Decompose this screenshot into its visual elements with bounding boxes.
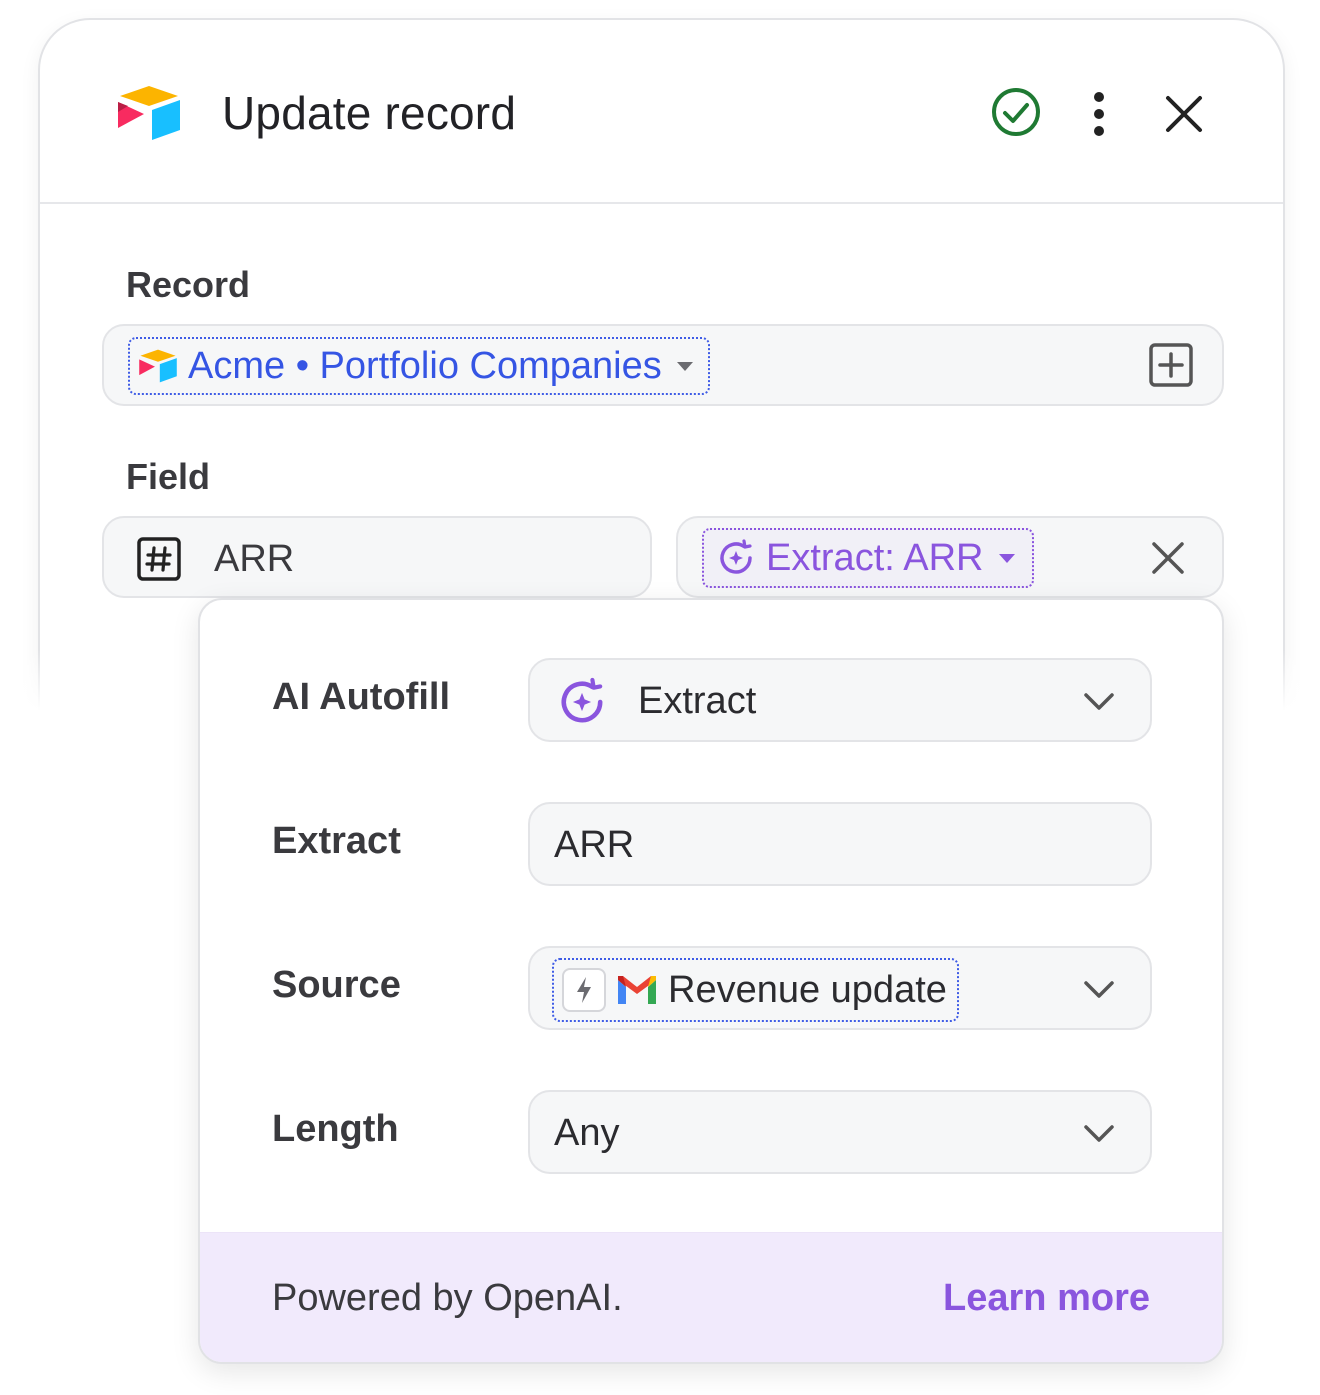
ai-sparkle-icon bbox=[720, 539, 752, 574]
ai-autofill-popover: AI Autofill Extract Extract ARR Source R… bbox=[198, 598, 1224, 1364]
dialog-title: Update record bbox=[222, 87, 517, 139]
more-vertical-icon[interactable] bbox=[1084, 90, 1114, 138]
record-label: Record bbox=[126, 264, 251, 305]
record-chip-label: Acme • Portfolio Companies bbox=[188, 344, 662, 387]
extract-chip-label: Extract: ARR bbox=[766, 536, 984, 579]
check-circle-icon bbox=[992, 88, 1040, 136]
ai-autofill-value: Extract bbox=[638, 680, 757, 722]
source-select[interactable]: Revenue update bbox=[528, 946, 1152, 1030]
extract-chip[interactable]: Extract: ARR bbox=[702, 528, 1034, 588]
record-chip[interactable]: Acme • Portfolio Companies bbox=[128, 337, 710, 395]
chevron-down-icon bbox=[1084, 1125, 1114, 1142]
clear-icon[interactable] bbox=[1148, 538, 1188, 578]
ai-autofill-select[interactable]: Extract bbox=[528, 658, 1152, 742]
length-label: Length bbox=[272, 1108, 399, 1150]
extract-value: ARR bbox=[554, 824, 635, 866]
source-label: Source bbox=[272, 964, 401, 1006]
ai-sparkle-icon bbox=[561, 677, 603, 723]
record-input[interactable]: Acme • Portfolio Companies bbox=[102, 324, 1224, 406]
chevron-down-icon bbox=[1084, 981, 1114, 998]
source-value: Revenue update bbox=[668, 968, 947, 1011]
trigger-bolt-icon bbox=[562, 968, 606, 1012]
number-field-icon bbox=[137, 537, 181, 581]
popover-footer: Powered by OpenAI. Learn more bbox=[200, 1232, 1222, 1362]
learn-more-link[interactable]: Learn more bbox=[943, 1277, 1150, 1320]
chevron-down-icon bbox=[1084, 693, 1114, 710]
ai-autofill-label: AI Autofill bbox=[272, 676, 450, 718]
length-select[interactable]: Any bbox=[528, 1090, 1152, 1174]
field-value: ARR bbox=[214, 538, 295, 580]
gmail-icon bbox=[618, 976, 656, 1004]
field-label: Field bbox=[126, 456, 211, 497]
source-chip[interactable]: Revenue update bbox=[552, 958, 959, 1022]
length-value: Any bbox=[554, 1112, 620, 1154]
add-square-icon[interactable] bbox=[1148, 342, 1194, 388]
card-header: Update record bbox=[40, 20, 1283, 204]
airtable-icon bbox=[139, 349, 177, 383]
close-icon[interactable] bbox=[1160, 90, 1208, 138]
airtable-logo bbox=[118, 86, 180, 140]
extract-label: Extract bbox=[272, 820, 401, 862]
field-select[interactable]: ARR bbox=[102, 516, 652, 598]
caret-down-icon bbox=[676, 362, 693, 371]
field-mapping-input[interactable]: Extract: ARR bbox=[676, 516, 1224, 598]
extract-input[interactable]: ARR bbox=[528, 802, 1152, 886]
powered-by-text: Powered by OpenAI. bbox=[272, 1277, 623, 1319]
caret-down-icon bbox=[998, 554, 1015, 563]
